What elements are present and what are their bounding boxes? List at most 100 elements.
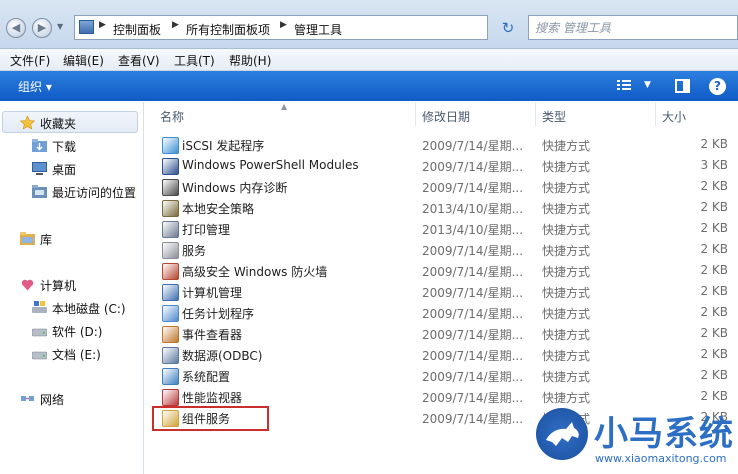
watermark: 小马系统 www.xiaomaxitong.com xyxy=(528,404,738,474)
search-input[interactable] xyxy=(535,19,715,36)
menu-edit[interactable]: 编辑(E) xyxy=(63,52,104,69)
file-type: 快捷方式 xyxy=(542,244,591,258)
system-drive-icon xyxy=(32,301,47,313)
file-row[interactable]: 本地安全策略 2013/4/10/星期... 快捷方式 2 KB xyxy=(144,197,738,218)
recent-pages-chevron-icon[interactable]: ▼ xyxy=(57,22,63,31)
event-viewer-icon xyxy=(162,326,179,343)
preview-pane-icon[interactable] xyxy=(675,79,690,93)
breadcrumb-admin-tools[interactable]: 管理工具 xyxy=(294,21,342,38)
system-config-icon xyxy=(162,368,179,385)
column-header-size[interactable]: 大小 xyxy=(656,102,738,126)
drive-icon xyxy=(32,328,47,337)
computer-management-icon xyxy=(162,284,179,301)
column-header-name-label: 名称 xyxy=(160,110,185,124)
file-name: 本地安全策略 xyxy=(182,202,255,216)
highlight-box xyxy=(152,406,269,431)
control-panel-icon xyxy=(79,20,94,34)
file-date: 2013/4/10/星期... xyxy=(422,202,524,216)
file-type: 快捷方式 xyxy=(542,307,591,321)
file-row[interactable]: 高级安全 Windows 防火墙 2009/7/14/星期... 快捷方式 2 KB xyxy=(144,260,738,281)
file-date: 2009/7/14/星期... xyxy=(422,307,524,321)
file-size: 2 KB xyxy=(700,368,728,382)
file-date: 2009/7/14/星期... xyxy=(422,181,524,195)
nav-libraries-label: 库 xyxy=(40,233,53,247)
menu-tools[interactable]: 工具(T) xyxy=(174,52,215,69)
help-button[interactable]: ? xyxy=(709,78,726,95)
computer-icon xyxy=(21,279,34,291)
file-size: 2 KB xyxy=(700,242,728,256)
refresh-icon[interactable]: ↻ xyxy=(497,18,519,38)
file-row[interactable]: 系统配置 2009/7/14/星期... 快捷方式 2 KB xyxy=(144,365,738,386)
column-header-type[interactable]: 类型 xyxy=(536,102,656,126)
file-type: 快捷方式 xyxy=(542,370,591,384)
clock-icon xyxy=(162,305,179,322)
horse-shape-icon xyxy=(546,422,579,446)
view-options-icon[interactable] xyxy=(617,79,631,92)
column-header-type-label: 类型 xyxy=(542,110,567,124)
breadcrumb-separator-icon[interactable]: ▶ xyxy=(99,20,106,30)
network-icon xyxy=(21,396,34,401)
breadcrumb-separator-icon[interactable]: ▶ xyxy=(280,20,287,30)
search-box xyxy=(528,15,738,40)
file-date: 2013/4/10/星期... xyxy=(422,223,524,237)
nav-downloads-label: 下载 xyxy=(52,140,77,154)
file-row[interactable]: 服务 2009/7/14/星期... 快捷方式 2 KB xyxy=(144,239,738,260)
file-type: 快捷方式 xyxy=(542,139,591,153)
breadcrumb-control-panel[interactable]: 控制面板 xyxy=(113,21,161,38)
file-date: 2009/7/14/星期... xyxy=(422,244,524,258)
nav-drive-c-label: 本地磁盘 (C:) xyxy=(52,302,126,316)
file-type: 快捷方式 xyxy=(542,202,591,216)
file-size: 2 KB xyxy=(700,179,728,193)
library-icon xyxy=(20,232,35,245)
firewall-icon xyxy=(162,263,179,280)
breadcrumb-separator-icon[interactable]: ▶ xyxy=(172,20,179,30)
file-row[interactable]: 计算机管理 2009/7/14/星期... 快捷方式 2 KB xyxy=(144,281,738,302)
file-type: 快捷方式 xyxy=(542,265,591,279)
file-row[interactable]: 打印管理 2013/4/10/星期... 快捷方式 2 KB xyxy=(144,218,738,239)
file-row[interactable]: 数据源(ODBC) 2009/7/14/星期... 快捷方式 2 KB xyxy=(144,344,738,365)
star-icon xyxy=(20,116,35,129)
address-bar: ◀ ▶ ▼ ▶ 控制面板 ▶ 所有控制面板项 ▶ 管理工具 ↻ xyxy=(0,0,738,49)
file-size: 3 KB xyxy=(700,158,728,172)
drive-icon xyxy=(32,351,47,360)
menu-bar: 文件(F) 编辑(E) 查看(V) 工具(T) 帮助(H) xyxy=(0,49,738,71)
file-date: 2009/7/14/星期... xyxy=(422,160,524,174)
security-policy-icon xyxy=(162,200,179,217)
navigation-pane: 收藏夹 下载 桌面 最近访问的位置 库 计算机 本地磁盘 (C:) 软件 (D:… xyxy=(0,102,144,474)
file-row[interactable]: Windows 内存诊断 2009/7/14/星期... 快捷方式 2 KB xyxy=(144,176,738,197)
menu-view[interactable]: 查看(V) xyxy=(118,52,160,69)
performance-icon xyxy=(162,389,179,406)
file-name: 性能监视器 xyxy=(182,391,243,405)
file-name: Windows 内存诊断 xyxy=(182,181,288,195)
column-header-name[interactable]: 名称 xyxy=(154,102,416,126)
file-row[interactable]: Windows PowerShell Modules 2009/7/14/星期..… xyxy=(144,155,738,176)
nav-drive-e-label: 文档 (E:) xyxy=(52,348,101,362)
file-name: 数据源(ODBC) xyxy=(182,349,263,363)
downloads-folder-icon xyxy=(32,139,47,152)
forward-button[interactable]: ▶ xyxy=(32,18,52,38)
globe-icon xyxy=(162,137,179,154)
memory-icon xyxy=(162,179,179,196)
gear-icon xyxy=(162,242,179,259)
command-bar: 组织 ▾ ▼ ? xyxy=(0,71,738,101)
file-name: 任务计划程序 xyxy=(182,307,255,321)
view-dropdown-chevron-icon[interactable]: ▼ xyxy=(644,80,651,90)
printer-icon xyxy=(162,221,179,238)
menu-help[interactable]: 帮助(H) xyxy=(229,52,271,69)
breadcrumb-all-items[interactable]: 所有控制面板项 xyxy=(186,21,270,38)
powershell-icon xyxy=(162,158,179,175)
organize-button[interactable]: 组织 ▾ xyxy=(18,78,52,95)
file-row[interactable]: 任务计划程序 2009/7/14/星期... 快捷方式 2 KB xyxy=(144,302,738,323)
file-size: 2 KB xyxy=(700,137,728,151)
back-button[interactable]: ◀ xyxy=(6,18,26,38)
file-size: 2 KB xyxy=(700,326,728,340)
breadcrumb[interactable]: ▶ 控制面板 ▶ 所有控制面板项 ▶ 管理工具 xyxy=(74,15,488,40)
file-row[interactable]: 事件查看器 2009/7/14/星期... 快捷方式 2 KB xyxy=(144,323,738,344)
file-row[interactable]: iSCSI 发起程序 2009/7/14/星期... 快捷方式 2 KB xyxy=(144,134,738,155)
menu-file[interactable]: 文件(F) xyxy=(10,52,50,69)
file-type: 快捷方式 xyxy=(542,286,591,300)
file-type: 快捷方式 xyxy=(542,181,591,195)
file-date: 2009/7/14/星期... xyxy=(422,265,524,279)
nav-desktop-label: 桌面 xyxy=(52,163,77,177)
column-header-date[interactable]: 修改日期 xyxy=(416,102,536,126)
